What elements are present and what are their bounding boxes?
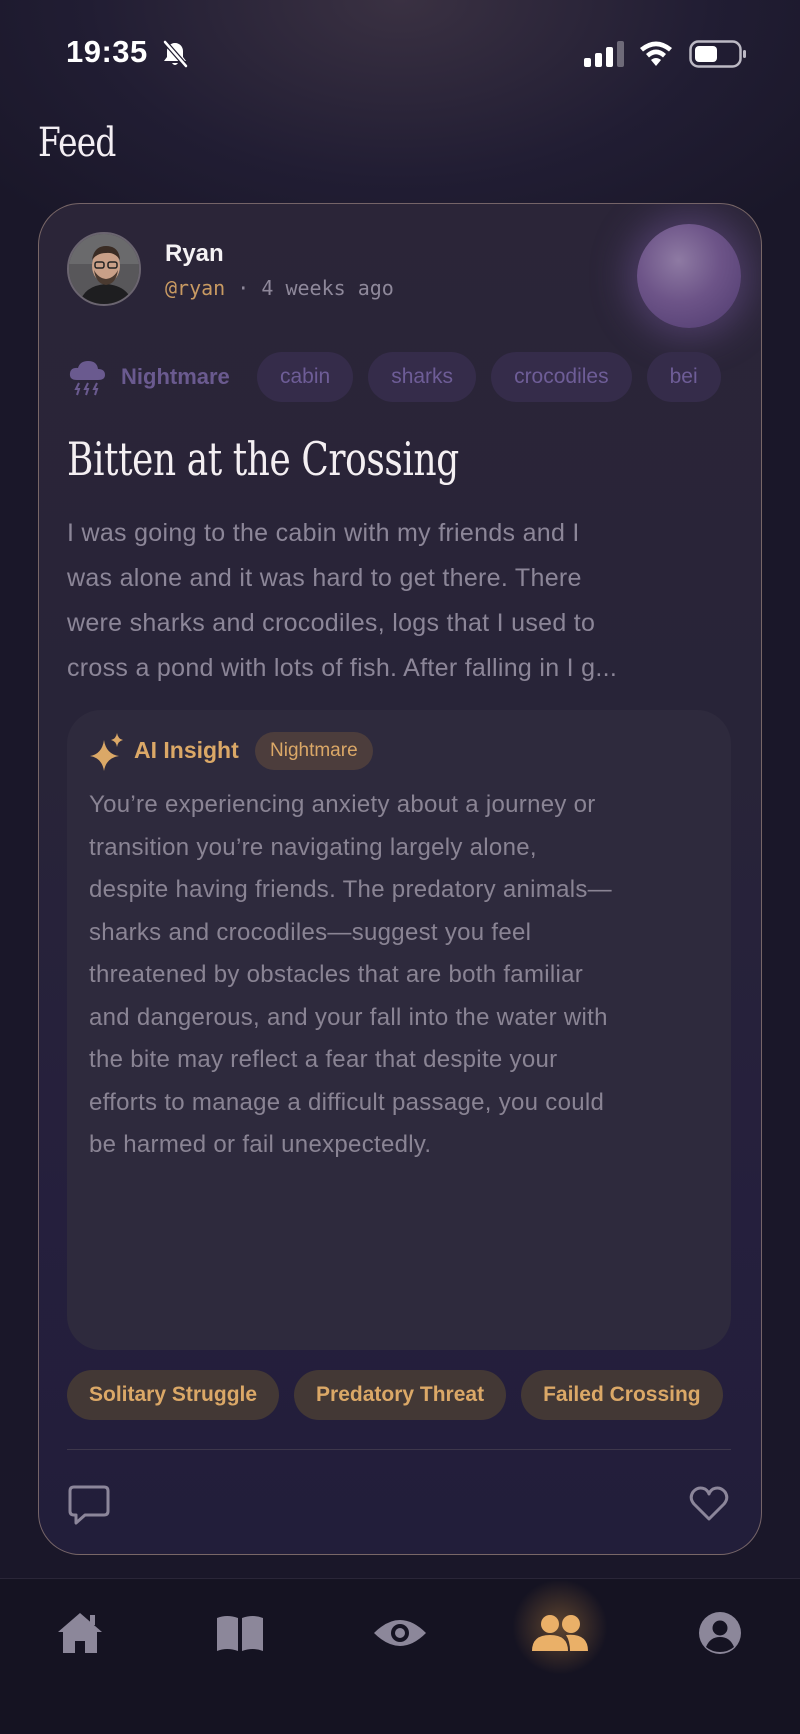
post-body-line: were sharks and crocodiles, logs that I …	[67, 609, 596, 637]
theme-chip-row: Solitary Struggle Predatory Threat Faile…	[67, 1370, 731, 1422]
sparkle-icon	[90, 733, 123, 771]
insight-line: the bite may reflect a fear that despite…	[89, 1046, 558, 1073]
page-title: Feed	[38, 120, 116, 166]
post-time: 4 weeks ago	[261, 276, 394, 300]
avatar[interactable]	[67, 232, 141, 306]
wifi-icon	[640, 41, 672, 66]
home-icon	[58, 1613, 102, 1653]
user-circle-icon	[699, 1612, 741, 1654]
insight-line: You’re experiencing anxiety about a jour…	[89, 791, 596, 818]
insight-line: transition you’re navigating largely alo…	[89, 833, 537, 861]
post-body[interactable]: I was going to the cabin with my friends…	[67, 511, 731, 691]
battery-icon	[689, 40, 746, 68]
post-body-line: was alone and it was hard to get there. …	[67, 564, 582, 592]
avatar-photo	[69, 234, 139, 304]
storm-cloud-icon	[69, 361, 105, 396]
heart-icon[interactable]	[689, 1486, 729, 1522]
tag-chip[interactable]: cabin	[257, 352, 354, 402]
mood-orb	[637, 224, 741, 328]
post-title[interactable]: Bitten at the Crossing	[67, 432, 459, 486]
book-icon	[217, 1616, 263, 1651]
theme-chip[interactable]: Solitary Struggle	[67, 1370, 280, 1420]
bell-slash-icon	[163, 40, 188, 68]
author-meta: @ryan · 4 weeks ago	[165, 276, 394, 300]
tag-row: Nightmare cabin sharks crocodiles bei	[67, 352, 731, 404]
comment-icon[interactable]	[67, 1484, 111, 1526]
meta-separator: ·	[237, 276, 250, 300]
tag-chip[interactable]: sharks	[368, 352, 477, 402]
status-bar: 19:35	[0, 0, 800, 100]
insight-line: and dangerous, and your fall into the wa…	[89, 1003, 608, 1031]
tab-community[interactable]	[530, 1607, 590, 1659]
tag-chip[interactable]: bei	[646, 352, 721, 402]
tab-home[interactable]	[50, 1607, 110, 1659]
theme-chip[interactable]: Predatory Threat	[294, 1370, 507, 1420]
insight-line: be harmed or fail unexpectedly.	[89, 1131, 432, 1158]
tab-insights[interactable]	[370, 1607, 430, 1659]
status-time: 19:35	[66, 34, 148, 69]
insight-line: threatened by obstacles that are both fa…	[89, 961, 584, 988]
cellular-signal-icon	[584, 41, 624, 67]
post-card[interactable]: Ryan @ryan · 4 weeks ago Nightmare cabin…	[38, 203, 762, 1555]
divider	[67, 1449, 731, 1450]
theme-chip[interactable]: Failed Crossing	[521, 1370, 723, 1420]
author-name[interactable]: Ryan	[165, 240, 224, 268]
insight-line: efforts to manage a difficult passage, y…	[89, 1088, 605, 1116]
ai-insight-panel: AI Insight Nightmare You’re experiencing…	[67, 710, 731, 1350]
insight-text: You’re experiencing anxiety about a jour…	[89, 784, 709, 1167]
post-body-line: I was going to the cabin with my friends…	[67, 519, 580, 547]
author-handle[interactable]: @ryan	[165, 276, 225, 300]
tab-profile[interactable]	[690, 1607, 750, 1659]
eye-icon	[374, 1620, 426, 1646]
tab-bar	[0, 1578, 800, 1734]
tag-list: cabin sharks crocodiles bei	[257, 352, 721, 402]
tab-journal[interactable]	[210, 1607, 270, 1659]
insight-line: despite having friends. The predatory an…	[89, 876, 612, 903]
tag-chip[interactable]: crocodiles	[491, 352, 632, 402]
ai-insight-label: AI Insight	[134, 737, 239, 763]
insight-category-badge: Nightmare	[255, 732, 373, 770]
insight-line: sharks and crocodiles—suggest you feel	[89, 918, 532, 946]
post-body-line: cross a pond with lots of fish. After fa…	[67, 654, 618, 682]
category-label: Nightmare	[121, 364, 230, 389]
people-icon	[532, 1615, 588, 1651]
